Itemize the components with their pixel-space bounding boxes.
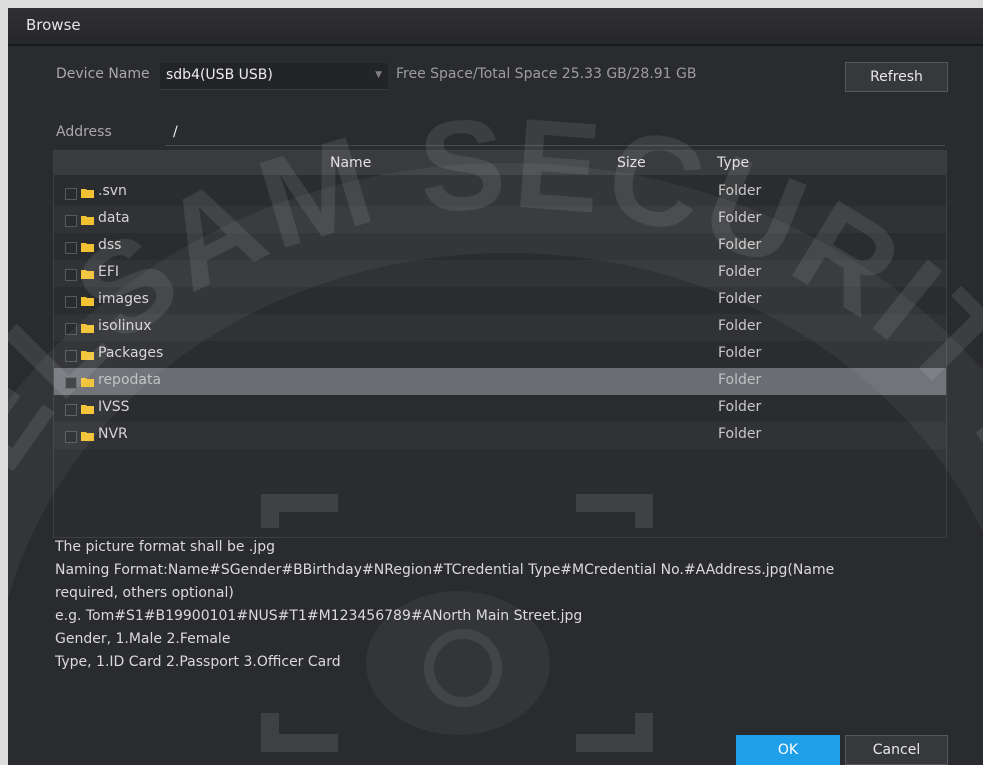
file-name: images bbox=[98, 291, 149, 307]
table-row[interactable]: NVR Folder bbox=[54, 422, 946, 449]
file-type: Folder bbox=[718, 291, 762, 307]
browse-dialog: Browse Device Name sdb4(USB USB) ▼ Free … bbox=[8, 8, 983, 765]
title-bar: Browse bbox=[8, 8, 983, 46]
file-name: NVR bbox=[98, 426, 128, 442]
column-header-type[interactable]: Type bbox=[717, 155, 749, 171]
file-name: EFI bbox=[98, 264, 120, 280]
address-field[interactable]: / bbox=[165, 121, 945, 146]
row-checkbox[interactable] bbox=[65, 269, 77, 281]
folder-icon bbox=[81, 243, 94, 252]
refresh-button[interactable]: Refresh bbox=[845, 62, 948, 92]
file-type: Folder bbox=[718, 426, 762, 442]
note-line: Type, 1.ID Card 2.Passport 3.Officer Car… bbox=[55, 654, 341, 670]
row-checkbox[interactable] bbox=[65, 323, 77, 335]
file-type: Folder bbox=[718, 264, 762, 280]
table-row-selected[interactable]: repodata Folder bbox=[54, 368, 946, 395]
table-row[interactable]: images Folder bbox=[54, 287, 946, 314]
device-name-value: sdb4(USB USB) bbox=[166, 67, 273, 83]
row-checkbox[interactable] bbox=[65, 404, 77, 416]
file-name: dss bbox=[98, 237, 122, 253]
file-name: isolinux bbox=[98, 318, 152, 334]
file-name: repodata bbox=[98, 372, 162, 388]
file-name: Packages bbox=[98, 345, 164, 361]
folder-icon bbox=[81, 216, 94, 225]
note-line: The picture format shall be .jpg bbox=[55, 539, 276, 555]
file-type: Folder bbox=[718, 237, 762, 253]
table-row[interactable]: isolinux Folder bbox=[54, 314, 946, 341]
folder-icon bbox=[81, 405, 94, 414]
folder-icon bbox=[81, 189, 94, 198]
file-type: Folder bbox=[718, 399, 762, 415]
column-header-name[interactable]: Name bbox=[330, 155, 371, 171]
file-name: data bbox=[98, 210, 130, 226]
address-value: / bbox=[173, 124, 178, 140]
row-checkbox[interactable] bbox=[65, 242, 77, 254]
table-row[interactable]: dss Folder bbox=[54, 233, 946, 260]
row-checkbox[interactable] bbox=[65, 350, 77, 362]
address-label: Address bbox=[56, 124, 112, 140]
note-line: Naming Format:Name#SGender#BBirthday#NRe… bbox=[55, 562, 835, 578]
table-row[interactable]: EFI Folder bbox=[54, 260, 946, 287]
file-type: Folder bbox=[718, 210, 762, 226]
device-name-label: Device Name bbox=[56, 66, 150, 82]
folder-icon bbox=[81, 270, 94, 279]
note-line: e.g. Tom#S1#B19900101#NUS#T1#M123456789#… bbox=[55, 608, 583, 624]
folder-icon bbox=[81, 378, 94, 387]
space-info: Free Space/Total Space 25.33 GB/28.91 GB bbox=[396, 66, 697, 82]
note-line: required, others optional) bbox=[55, 585, 234, 601]
file-type: Folder bbox=[718, 345, 762, 361]
ok-button[interactable]: OK bbox=[736, 735, 840, 765]
file-type: Folder bbox=[718, 372, 762, 388]
row-checkbox[interactable] bbox=[65, 296, 77, 308]
file-type: Folder bbox=[718, 318, 762, 334]
device-name-select[interactable]: sdb4(USB USB) ▼ bbox=[160, 63, 388, 90]
chevron-down-icon: ▼ bbox=[375, 70, 382, 80]
cancel-button[interactable]: Cancel bbox=[845, 735, 948, 765]
note-line: Gender, 1.Male 2.Female bbox=[55, 631, 231, 647]
folder-icon bbox=[81, 351, 94, 360]
table-row[interactable]: data Folder bbox=[54, 206, 946, 233]
column-header-size[interactable]: Size bbox=[617, 155, 646, 171]
row-checkbox[interactable] bbox=[65, 431, 77, 443]
folder-icon bbox=[81, 297, 94, 306]
table-row[interactable]: Packages Folder bbox=[54, 341, 946, 368]
table-row[interactable]: .svn Folder bbox=[54, 179, 946, 206]
file-table: Name Size Type .svn Folder data Folder d… bbox=[53, 150, 947, 538]
dialog-title: Browse bbox=[26, 16, 81, 34]
table-header: Name Size Type bbox=[54, 151, 946, 175]
row-checkbox[interactable] bbox=[65, 188, 77, 200]
row-checkbox[interactable] bbox=[65, 377, 77, 389]
file-name: IVSS bbox=[98, 399, 130, 415]
folder-icon bbox=[81, 324, 94, 333]
file-name: .svn bbox=[98, 183, 127, 199]
folder-icon bbox=[81, 432, 94, 441]
format-instructions: The picture format shall be .jpg Naming … bbox=[55, 539, 955, 677]
file-type: Folder bbox=[718, 183, 762, 199]
table-row[interactable]: IVSS Folder bbox=[54, 395, 946, 422]
row-checkbox[interactable] bbox=[65, 215, 77, 227]
